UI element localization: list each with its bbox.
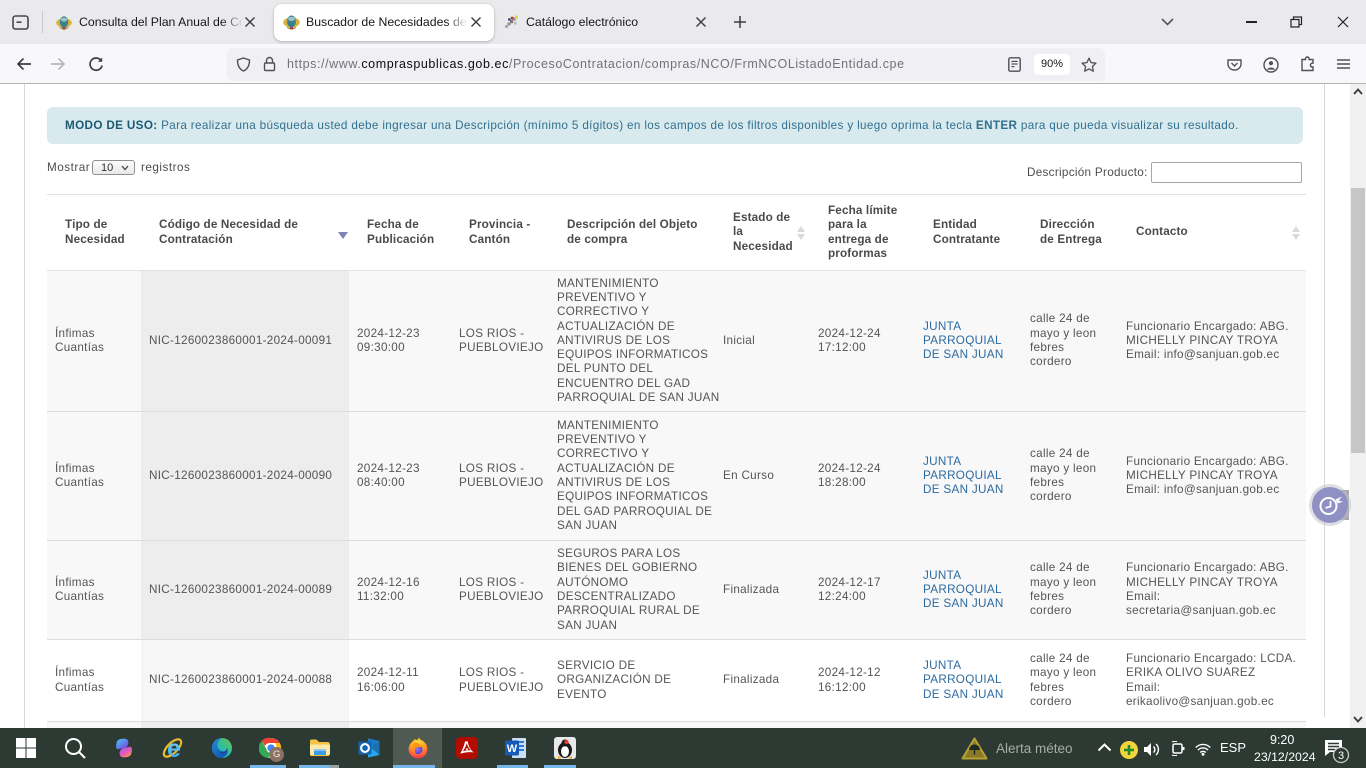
svg-text:3: 3 [1338,750,1344,762]
svg-text:W: W [507,743,518,755]
